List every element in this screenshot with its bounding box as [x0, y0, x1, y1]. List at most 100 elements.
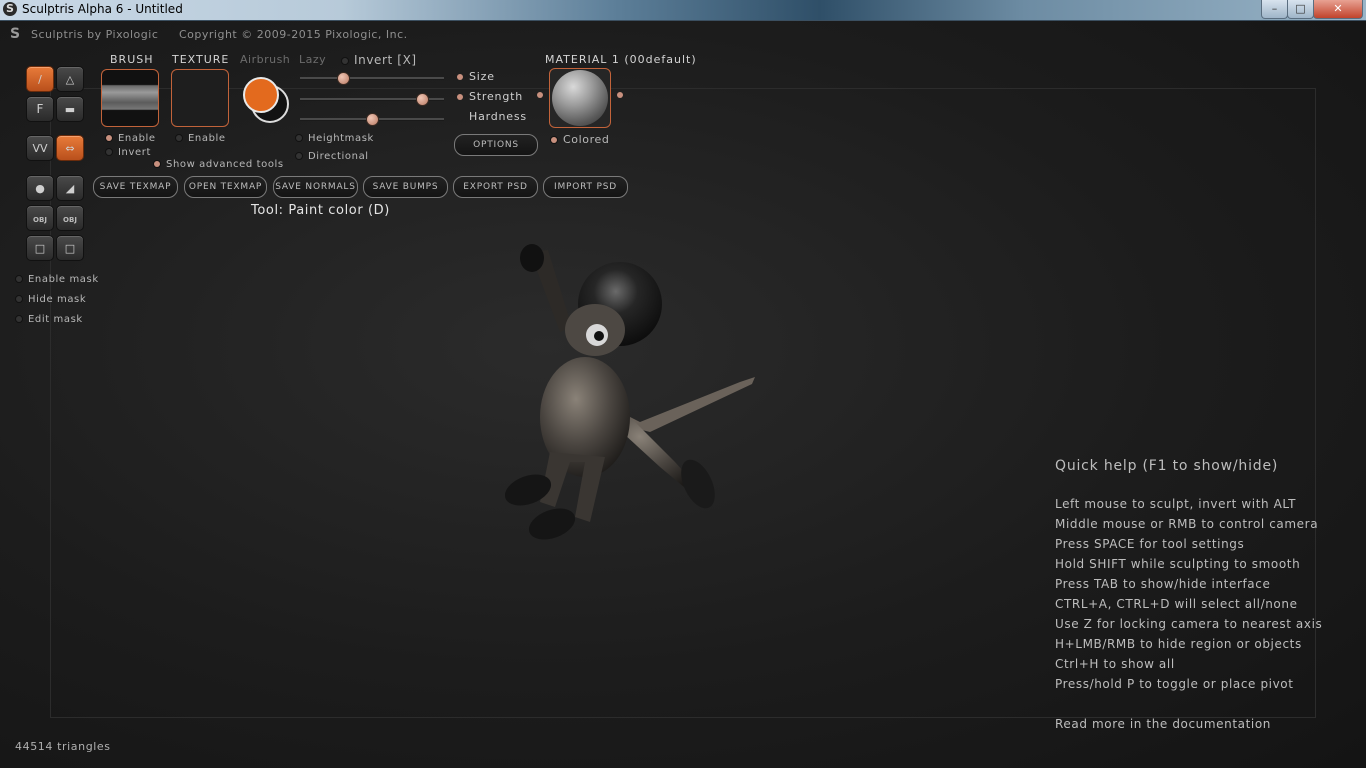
material-right-dot-icon	[617, 92, 623, 98]
brush-enable-radio-icon	[106, 135, 112, 141]
flatten-tool-button[interactable]: ▬	[56, 96, 84, 122]
lazy-toggle[interactable]: Lazy	[299, 53, 326, 66]
brush-label: BRUSH	[110, 53, 154, 66]
hide-mask-label: Hide mask	[28, 294, 87, 305]
colored-toggle[interactable]: Colored	[551, 133, 609, 146]
material-sphere	[552, 70, 608, 126]
save-texmap-button[interactable]: SAVE TEXMAP	[93, 176, 178, 198]
invert-x-label: Invert [X]	[354, 53, 417, 67]
texture-swatch[interactable]	[171, 69, 229, 127]
quick-help-line: Press SPACE for tool settings	[1055, 537, 1245, 551]
invert-x-toggle[interactable]: Invert [X]	[342, 53, 417, 67]
size-slider-knob[interactable]	[337, 72, 351, 85]
brush-alpha-swatch[interactable]	[101, 69, 159, 127]
directional-radio-icon	[296, 153, 302, 159]
plane-button[interactable]: ◢	[56, 175, 84, 201]
quick-help-line: Hold SHIFT while sculpting to smooth	[1055, 557, 1301, 571]
open-file-button[interactable]: □	[26, 235, 54, 261]
save-normals-button[interactable]: SAVE NORMALS	[273, 176, 358, 198]
options-button[interactable]: OPTIONS	[454, 134, 538, 156]
primary-color-swatch[interactable]	[243, 77, 279, 113]
sphere-button[interactable]: ●	[26, 175, 54, 201]
triangle-count: 44514 triangles	[15, 740, 111, 753]
app-header: S Sculptris by Pixologic Copyright © 200…	[0, 22, 1366, 44]
maximize-button[interactable]: □	[1287, 0, 1314, 19]
heightmask-toggle[interactable]: Heightmask	[296, 133, 374, 144]
flatten-icon: ▬	[64, 103, 76, 116]
copyright-text: Copyright © 2009-2015 Pixologic, Inc.	[179, 28, 408, 41]
bump-icon: △	[65, 73, 75, 86]
hardness-slider-knob[interactable]	[366, 113, 379, 126]
edit-mask-toggle[interactable]: Edit mask	[16, 314, 83, 325]
invert-x-radio-icon	[342, 57, 348, 64]
model-right-foot	[528, 508, 576, 540]
window-titlebar: S Sculptris Alpha 6 - Untitled – □ ✕	[0, 0, 1366, 21]
edit-mask-label: Edit mask	[28, 314, 83, 325]
quick-help-line: Press/hold P to toggle or place pivot	[1055, 677, 1294, 691]
save-bumps-button[interactable]: SAVE BUMPS	[363, 176, 448, 198]
quick-help-line: Ctrl+H to show all	[1055, 657, 1175, 671]
close-button[interactable]: ✕	[1313, 0, 1363, 19]
brand-text: Sculptris by Pixologic	[31, 28, 159, 41]
directional-toggle[interactable]: Directional	[296, 151, 369, 162]
colored-radio-icon	[551, 137, 557, 143]
bump-tool-button[interactable]: △	[56, 66, 84, 92]
size-label: Size	[469, 70, 495, 83]
import-psd-button[interactable]: IMPORT PSD	[543, 176, 628, 198]
plane-icon: ◢	[65, 182, 75, 195]
sphere-icon: ●	[35, 182, 45, 195]
airbrush-toggle[interactable]: Airbrush	[240, 53, 290, 66]
minimize-button[interactable]: –	[1261, 0, 1288, 19]
texture-label: TEXTURE	[172, 53, 230, 66]
sculpt-model[interactable]	[490, 232, 770, 552]
strength-dot-icon	[457, 94, 463, 100]
enable-mask-toggle[interactable]: Enable mask	[16, 274, 99, 285]
export-obj-button[interactable]: OBJ	[56, 205, 84, 231]
enable-mask-radio-icon	[16, 276, 22, 282]
material-label: MATERIAL 1 (00default)	[545, 53, 697, 66]
quick-help-line: Use Z for locking camera to nearest axis	[1055, 617, 1323, 631]
paint-brush-icon: /	[38, 73, 42, 86]
fill-label: F	[36, 102, 44, 116]
sculptris-app-icon: S	[3, 2, 17, 16]
tool-status-text: Tool: Paint color (D)	[251, 203, 390, 218]
hide-mask-toggle[interactable]: Hide mask	[16, 294, 86, 305]
import-obj-icon: OBJ	[33, 216, 47, 224]
quick-help-line: Left mouse to sculpt, invert with ALT	[1055, 497, 1297, 511]
model-pupil	[594, 331, 604, 341]
colored-label: Colored	[563, 133, 610, 146]
mirror-button[interactable]: ⇔	[56, 135, 84, 161]
strength-label: Strength	[469, 90, 523, 103]
texture-enable-radio-icon	[176, 135, 182, 141]
texture-enable-toggle[interactable]: Enable	[176, 133, 226, 144]
paint-brush-tool-button[interactable]: /	[26, 66, 54, 92]
documentation-link[interactable]: Read more in the documentation	[1055, 717, 1271, 731]
save-file-button[interactable]: □	[56, 235, 84, 261]
enable-mask-label: Enable mask	[28, 274, 99, 285]
brush-enable-label: Enable	[118, 133, 156, 144]
save-file-icon: □	[64, 242, 76, 255]
brush-invert-toggle[interactable]: Invert	[106, 147, 151, 158]
show-advanced-tools-toggle[interactable]: Show advanced tools	[154, 159, 284, 170]
quick-help-line: CTRL+A, CTRL+D will select all/none	[1055, 597, 1298, 611]
heightmask-label: Heightmask	[308, 133, 374, 144]
symmetry-button[interactable]: VV	[26, 135, 54, 161]
window-title: Sculptris Alpha 6 - Untitled	[22, 2, 183, 16]
texture-enable-label: Enable	[188, 133, 226, 144]
model-raised-hand	[520, 244, 544, 272]
brush-invert-radio-icon	[106, 149, 112, 155]
quick-help-line: Press TAB to show/hide interface	[1055, 577, 1271, 591]
material-preview[interactable]	[549, 68, 611, 128]
fill-tool-button[interactable]: F	[26, 96, 54, 122]
quick-help-title: Quick help (F1 to show/hide)	[1055, 458, 1279, 474]
open-texmap-button[interactable]: OPEN TEXMAP	[184, 176, 267, 198]
import-obj-button[interactable]: OBJ	[26, 205, 54, 231]
hide-mask-radio-icon	[16, 296, 22, 302]
export-psd-button[interactable]: EXPORT PSD	[453, 176, 538, 198]
size-dot-icon	[457, 74, 463, 80]
hardness-label: Hardness	[469, 110, 527, 123]
brush-enable-toggle[interactable]: Enable	[106, 133, 156, 144]
open-file-icon: □	[34, 242, 46, 255]
show-advanced-radio-icon	[154, 161, 160, 167]
size-slider[interactable]	[300, 77, 444, 80]
